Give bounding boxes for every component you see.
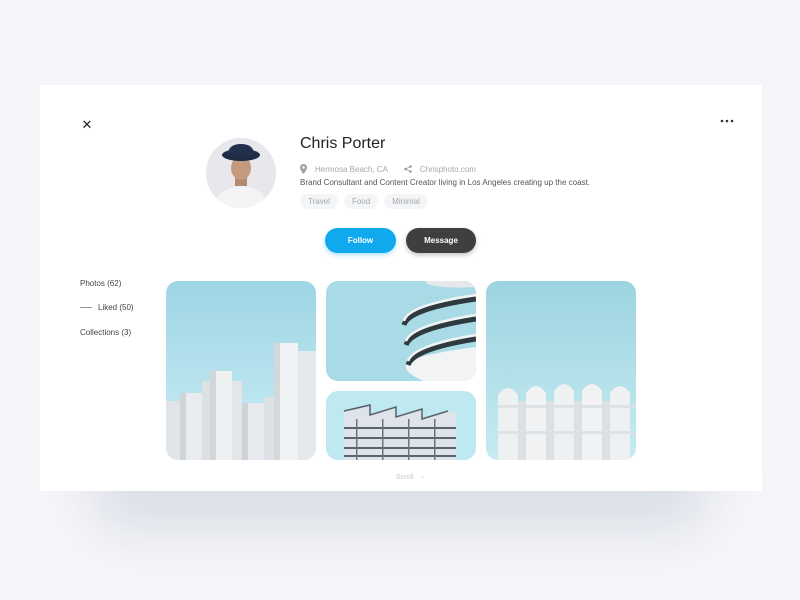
profile-meta: Hermosa Beach, CA Chrisphoto.com xyxy=(300,163,476,175)
tag-minimal[interactable]: Minimal xyxy=(384,194,428,209)
message-button[interactable]: Message xyxy=(406,228,476,253)
photo-tile[interactable] xyxy=(486,281,636,460)
nav-item-label: Collections (3) xyxy=(80,328,132,337)
location-text: Hermosa Beach, CA xyxy=(315,164,388,174)
profile-card: ✕ Chris Porter Hermosa Beach, CA Chrisph… xyxy=(40,85,762,491)
photo-tile[interactable] xyxy=(166,281,316,460)
scroll-hint[interactable]: Scroll › xyxy=(396,474,424,481)
avatar[interactable] xyxy=(206,138,276,208)
nav-item-collections[interactable]: Collections (3) xyxy=(80,328,131,337)
location-pin-icon xyxy=(300,164,307,174)
tag-travel[interactable]: Travel xyxy=(300,194,338,209)
chevron-right-icon: › xyxy=(421,474,424,481)
photo-tile[interactable] xyxy=(326,391,476,460)
close-icon[interactable]: ✕ xyxy=(81,118,93,131)
share-icon[interactable] xyxy=(404,165,412,173)
profile-bio: Brand Consultant and Content Creator liv… xyxy=(300,178,590,187)
website-link[interactable]: Chrisphoto.com xyxy=(420,165,476,174)
scroll-label: Scroll xyxy=(396,474,414,481)
active-indicator xyxy=(80,307,92,309)
more-horizontal-icon[interactable] xyxy=(720,117,734,125)
tag-list: Travel Food Minimal xyxy=(300,194,428,209)
follow-button[interactable]: Follow xyxy=(325,228,396,253)
nav-item-photos[interactable]: Photos (62) xyxy=(80,279,121,288)
tag-food[interactable]: Food xyxy=(343,194,379,209)
nav-item-label: Photos (62) xyxy=(80,279,122,288)
nav-item-label: Liked (50) xyxy=(98,303,134,312)
nav-item-liked[interactable]: Liked (50) xyxy=(80,303,134,312)
photo-tile[interactable] xyxy=(326,281,476,381)
profile-name: Chris Porter xyxy=(300,135,386,152)
